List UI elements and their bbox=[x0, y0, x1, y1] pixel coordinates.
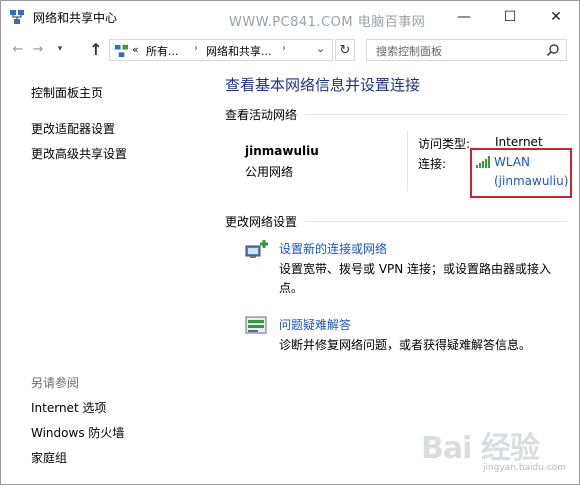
section-divider bbox=[305, 221, 567, 222]
baidu-watermark: Bai 经验 jingyan.baidu.com bbox=[421, 419, 571, 479]
page-title: 查看基本网络信息并设置连接 bbox=[225, 76, 421, 94]
navigation-bar: ← → ▾ ↑ « 所有... › 网络和共享... › ⌄ ↻ 搜索控制面板 bbox=[1, 33, 579, 65]
title-bar[interactable]: 网络和共享中心 WWW.PC841.COM 电脑百事网 — ☐ ✕ bbox=[1, 1, 579, 32]
sidebar-control-panel-home[interactable]: 控制面板主页 bbox=[31, 84, 103, 101]
connection-label: 连接: bbox=[418, 157, 447, 171]
window-title: 网络和共享中心 bbox=[33, 11, 118, 25]
wifi-signal-icon bbox=[476, 156, 490, 168]
address-bar[interactable]: « 所有... › 网络和共享... › ⌄ bbox=[109, 39, 333, 61]
see-also-windows-firewall[interactable]: Windows 防火墙 bbox=[31, 424, 124, 441]
control-panel-icon bbox=[114, 44, 129, 58]
baidu-url: jingyan.baidu.com bbox=[483, 463, 567, 473]
maximize-button[interactable]: ☐ bbox=[487, 1, 533, 32]
see-also-internet-options[interactable]: Internet 选项 bbox=[31, 399, 106, 416]
site-watermark: WWW.PC841.COM 电脑百事网 bbox=[229, 15, 426, 30]
address-crumb-network[interactable]: 网络和共享... bbox=[206, 43, 272, 59]
sidebar-change-adapter-settings[interactable]: 更改适配器设置 bbox=[31, 120, 115, 137]
recent-locations-button[interactable]: ▾ bbox=[51, 39, 69, 59]
search-placeholder: 搜索控制面板 bbox=[376, 45, 442, 58]
see-also-heading: 另请参阅 bbox=[31, 376, 80, 390]
baidu-logo-text: Bai 经验 bbox=[421, 431, 540, 466]
setup-new-connection-link[interactable]: 设置新的连接或网络 bbox=[279, 240, 387, 257]
address-dropdown-icon[interactable]: ⌄ bbox=[316, 42, 325, 55]
up-button[interactable]: ↑ bbox=[87, 39, 105, 59]
back-button[interactable]: ← bbox=[9, 39, 27, 59]
network-type: 公用网络 bbox=[245, 165, 294, 179]
address-overflow[interactable]: « bbox=[132, 43, 139, 56]
access-type-label: 访问类型: bbox=[418, 137, 471, 151]
address-separator[interactable]: › bbox=[194, 43, 198, 54]
section-divider bbox=[305, 114, 567, 115]
refresh-button[interactable]: ↻ bbox=[335, 39, 355, 61]
search-icon[interactable] bbox=[546, 43, 560, 57]
troubleshoot-desc: 诊断并修复网络问题，或者获得疑难解答信息。 bbox=[279, 338, 532, 352]
forward-button[interactable]: → bbox=[29, 39, 47, 59]
setup-new-connection-desc: 设置宽带、拨号或 VPN 连接；或设置路由器或接入点。 bbox=[279, 262, 552, 295]
active-networks-heading: 查看活动网络 bbox=[225, 108, 298, 122]
see-also-homegroup[interactable]: 家庭组 bbox=[31, 449, 67, 466]
wlan-connection-link[interactable]: WLAN bbox=[494, 155, 530, 169]
change-settings-heading: 更改网络设置 bbox=[225, 215, 298, 229]
close-button[interactable]: ✕ bbox=[533, 1, 579, 32]
minimize-button[interactable]: — bbox=[441, 1, 487, 32]
wlan-connection-ssid-link[interactable]: (jinmawuliu) bbox=[494, 174, 568, 188]
search-box[interactable]: 搜索控制面板 bbox=[366, 39, 567, 61]
new-connection-icon bbox=[245, 240, 268, 258]
network-icon bbox=[10, 10, 24, 24]
troubleshoot-icon bbox=[245, 316, 267, 334]
network-name: jinmawuliu bbox=[245, 144, 319, 158]
access-type-value: Internet bbox=[495, 135, 543, 149]
network-sharing-center-window: 网络和共享中心 WWW.PC841.COM 电脑百事网 — ☐ ✕ ← → ▾ … bbox=[0, 0, 580, 485]
address-crumb-all[interactable]: 所有... bbox=[146, 43, 179, 59]
network-divider bbox=[407, 131, 408, 191]
address-separator[interactable]: › bbox=[282, 43, 286, 54]
sidebar-change-advanced-sharing[interactable]: 更改高级共享设置 bbox=[31, 145, 127, 162]
troubleshoot-link[interactable]: 问题疑难解答 bbox=[279, 316, 351, 333]
